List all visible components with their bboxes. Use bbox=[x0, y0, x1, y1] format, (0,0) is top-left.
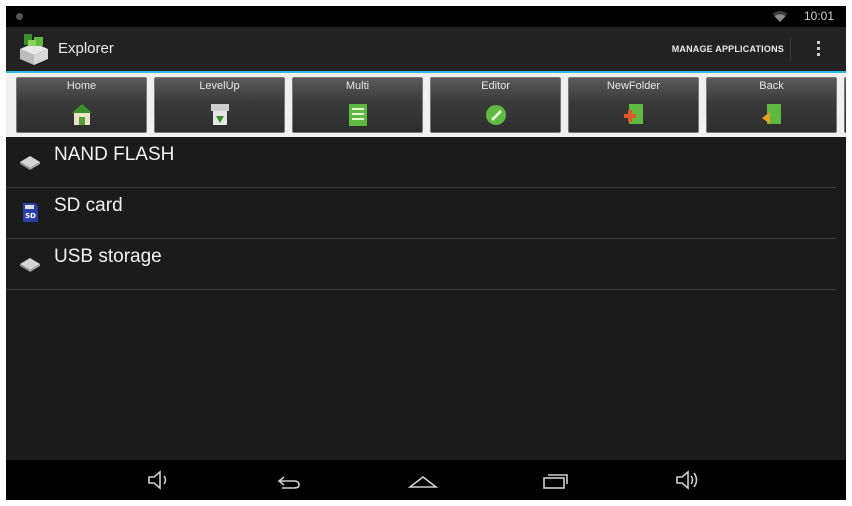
drive-icon bbox=[20, 258, 40, 272]
levelup-button[interactable]: LevelUp bbox=[154, 77, 285, 133]
navigation-bar bbox=[6, 460, 846, 500]
action-divider bbox=[790, 37, 791, 61]
wifi-icon bbox=[772, 11, 788, 22]
newfolder-button[interactable]: NewFolder bbox=[568, 77, 699, 133]
back-nav-icon[interactable] bbox=[274, 468, 304, 492]
new-folder-icon bbox=[623, 104, 643, 124]
svg-text:SD: SD bbox=[25, 212, 36, 220]
editor-button[interactable]: Editor bbox=[430, 77, 561, 133]
volume-up-icon[interactable] bbox=[674, 468, 704, 492]
level-up-icon bbox=[210, 104, 229, 125]
storage-item-nand-flash[interactable]: NAND FLASH bbox=[6, 137, 836, 188]
editor-icon bbox=[485, 105, 506, 125]
back-button[interactable]: Back bbox=[706, 77, 837, 133]
status-bar: 10:01 bbox=[6, 6, 846, 27]
storage-item-sd-card[interactable]: SD SD card bbox=[6, 188, 836, 239]
storage-item-label: SD card bbox=[54, 195, 123, 216]
newfolder-button-label: NewFolder bbox=[606, 80, 661, 92]
storage-item-label: USB storage bbox=[54, 246, 162, 267]
multi-icon bbox=[348, 104, 367, 126]
storage-item-usb-storage[interactable]: USB storage bbox=[6, 239, 836, 290]
overflow-menu-icon[interactable] bbox=[812, 41, 824, 59]
notification-icon bbox=[16, 13, 23, 20]
multi-button[interactable]: Multi bbox=[292, 77, 423, 133]
editor-button-label: Editor bbox=[481, 80, 510, 92]
volume-down-icon[interactable] bbox=[144, 468, 174, 492]
manage-applications-button[interactable]: MANAGE APPLICATIONS bbox=[672, 44, 784, 54]
toolbar-overflow-button[interactable] bbox=[844, 77, 846, 133]
home-icon bbox=[71, 104, 92, 125]
app-title: Explorer bbox=[58, 40, 114, 57]
explorer-app-icon[interactable] bbox=[14, 31, 54, 67]
back-icon bbox=[761, 104, 781, 124]
storage-item-label: NAND FLASH bbox=[54, 144, 175, 165]
levelup-button-label: LevelUp bbox=[199, 80, 240, 92]
status-clock: 10:01 bbox=[804, 9, 835, 23]
action-bar: Explorer MANAGE APPLICATIONS bbox=[6, 27, 846, 73]
sd-card-icon: SD bbox=[23, 203, 38, 222]
home-button-label: Home bbox=[66, 80, 97, 92]
storage-list: NAND FLASH SD SD card USB storage bbox=[6, 137, 836, 290]
multi-button-label: Multi bbox=[345, 80, 370, 92]
home-button[interactable]: Home bbox=[16, 77, 147, 133]
back-button-label: Back bbox=[759, 80, 784, 92]
screen: 10:01 Explorer MANAGE APPLICATIONS Home … bbox=[6, 6, 846, 500]
home-nav-icon[interactable] bbox=[408, 468, 438, 492]
drive-icon bbox=[20, 156, 40, 170]
toolbar: Home LevelUp Multi Editor NewFolder Back bbox=[6, 73, 846, 137]
recent-apps-icon[interactable] bbox=[540, 468, 570, 492]
